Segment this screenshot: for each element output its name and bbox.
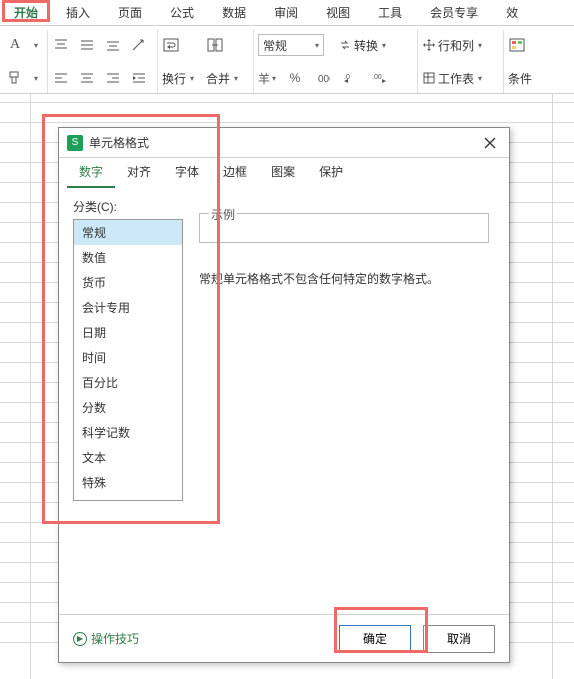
svg-text:000: 000 (318, 74, 330, 85)
category-item-percentage[interactable]: 百分比 (74, 370, 182, 395)
svg-text:.00: .00 (372, 74, 382, 81)
rowcol-button[interactable]: 行和列▾ (422, 37, 482, 54)
example-box (199, 213, 489, 243)
increase-decimal-icon[interactable]: .00 (370, 69, 388, 87)
align-bottom-icon[interactable] (104, 36, 122, 54)
dropdown-icon[interactable]: ▾ (34, 41, 38, 50)
conditional-label[interactable]: 条件 (508, 70, 532, 87)
category-item-special[interactable]: 特殊 (74, 470, 182, 495)
category-item-general[interactable]: 常规 (74, 220, 182, 245)
dialog-tabs: 数字 对齐 字体 边框 图案 保护 (59, 158, 509, 188)
currency-icon[interactable]: 羊▾ (258, 69, 276, 87)
menu-insert[interactable]: 插入 (52, 0, 104, 25)
conditional-format-icon[interactable] (508, 36, 526, 54)
format-description: 常规单元格格式不包含任何特定的数字格式。 (199, 270, 489, 287)
wrap-icon[interactable] (162, 36, 180, 54)
category-item-accounting[interactable]: 会计专用 (74, 295, 182, 320)
orientation-icon[interactable] (130, 36, 148, 54)
align-center-icon[interactable] (78, 69, 96, 87)
cell-format-dialog: S 单元格格式 数字 对齐 字体 边框 图案 保护 分类(C): 常规 数值 货… (58, 127, 510, 663)
category-item-currency[interactable]: 货币 (74, 270, 182, 295)
font-size-icon[interactable]: A (6, 36, 24, 54)
menu-review[interactable]: 审阅 (260, 0, 312, 25)
menu-view[interactable]: 视图 (312, 0, 364, 25)
menu-start[interactable]: 开始 (0, 0, 52, 25)
menu-member[interactable]: 会员专享 (416, 0, 492, 25)
menu-effects[interactable]: 效 (492, 0, 532, 25)
category-item-date[interactable]: 日期 (74, 320, 182, 345)
example-label: 示例 (209, 206, 237, 223)
tab-pattern[interactable]: 图案 (259, 157, 307, 188)
category-list[interactable]: 常规 数值 货币 会计专用 日期 时间 百分比 分数 科学记数 文本 特殊 自定… (73, 219, 183, 501)
align-middle-icon[interactable] (78, 36, 96, 54)
number-format-combo[interactable]: 常规▾ (258, 34, 324, 56)
category-item-time[interactable]: 时间 (74, 345, 182, 370)
dropdown-icon[interactable]: ▾ (34, 74, 38, 83)
app-icon: S (67, 135, 83, 151)
dialog-footer: ▶ 操作技巧 确定 取消 (59, 614, 509, 662)
tab-alignment[interactable]: 对齐 (115, 157, 163, 188)
category-item-text[interactable]: 文本 (74, 445, 182, 470)
align-right-icon[interactable] (104, 69, 122, 87)
wrap-label[interactable]: 换行▾ (162, 70, 194, 87)
convert-button[interactable]: 转换▾ (338, 37, 386, 54)
dialog-title: 单元格格式 (89, 134, 479, 151)
dialog-titlebar: S 单元格格式 (59, 128, 509, 158)
merge-icon[interactable] (206, 36, 224, 54)
category-item-scientific[interactable]: 科学记数 (74, 420, 182, 445)
menu-formula[interactable]: 公式 (156, 0, 208, 25)
category-item-number[interactable]: 数值 (74, 245, 182, 270)
menu-bar: 开始 插入 页面 公式 数据 审阅 视图 工具 会员专享 效 (0, 0, 574, 26)
ok-button[interactable]: 确定 (339, 625, 411, 653)
cancel-button[interactable]: 取消 (423, 625, 495, 653)
menu-tools[interactable]: 工具 (364, 0, 416, 25)
tab-border[interactable]: 边框 (211, 157, 259, 188)
tips-link[interactable]: ▶ 操作技巧 (73, 630, 327, 647)
category-item-custom[interactable]: 自定义 (74, 495, 182, 501)
tab-protection[interactable]: 保护 (307, 157, 355, 188)
percent-icon[interactable]: % (286, 69, 304, 87)
close-button[interactable] (479, 132, 501, 154)
play-icon: ▶ (73, 632, 87, 646)
align-left-icon[interactable] (52, 69, 70, 87)
format-painter-icon[interactable] (6, 69, 24, 87)
comma-icon[interactable]: 000 (314, 69, 332, 87)
worksheet-button[interactable]: 工作表▾ (422, 70, 482, 87)
merge-label[interactable]: 合并▾ (206, 70, 238, 87)
menu-data[interactable]: 数据 (208, 0, 260, 25)
close-icon (484, 137, 496, 149)
toolbar: A ▾ ▾ 换行▾ 合并▾ (0, 26, 574, 94)
indent-icon[interactable] (130, 69, 148, 87)
menu-page[interactable]: 页面 (104, 0, 156, 25)
tab-font[interactable]: 字体 (163, 157, 211, 188)
category-item-fraction[interactable]: 分数 (74, 395, 182, 420)
decrease-decimal-icon[interactable]: .0 (342, 69, 360, 87)
dialog-body: 分类(C): 常规 数值 货币 会计专用 日期 时间 百分比 分数 科学记数 文… (59, 188, 509, 614)
tab-number[interactable]: 数字 (67, 157, 115, 188)
align-top-icon[interactable] (52, 36, 70, 54)
